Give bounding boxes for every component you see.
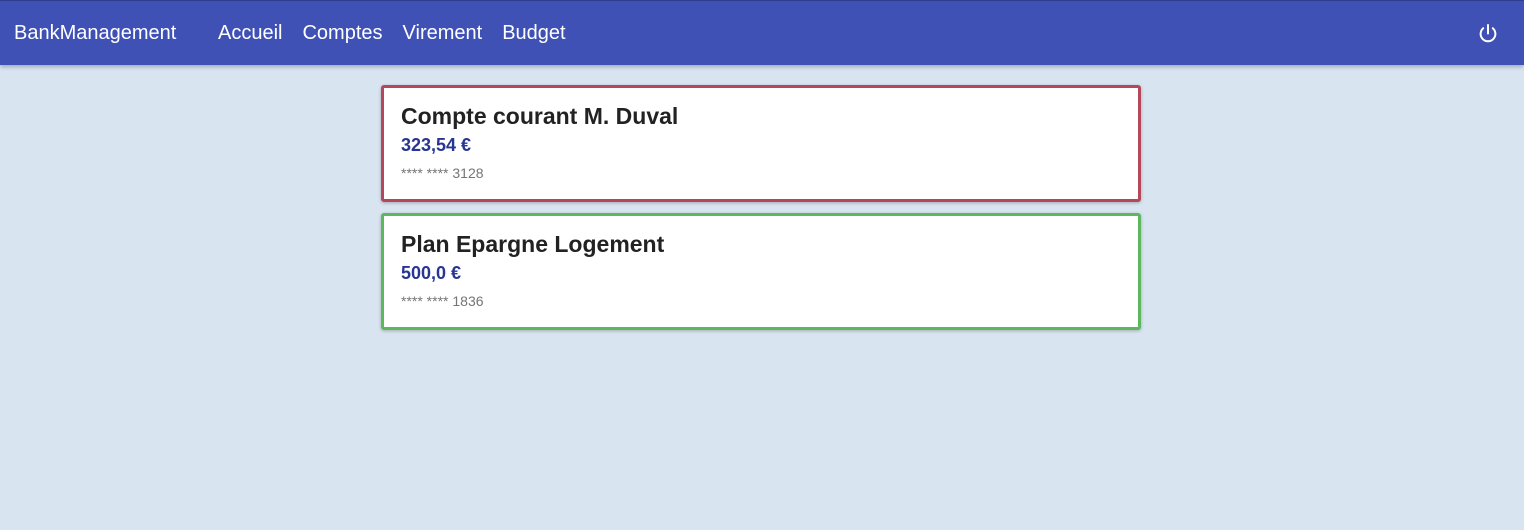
- top-navbar: BankManagement Accueil Comptes Virement …: [0, 0, 1524, 65]
- account-name: Plan Epargne Logement: [401, 231, 665, 257]
- account-number: **** **** 1836: [401, 293, 484, 309]
- nav-item-budget[interactable]: Budget: [492, 21, 575, 45]
- brand-title[interactable]: BankManagement: [14, 21, 176, 45]
- account-number: **** **** 3128: [401, 165, 484, 181]
- account-list: Compte courant M. Duval 323,54 € **** **…: [381, 85, 1141, 341]
- main-nav: Accueil Comptes Virement Budget: [208, 21, 576, 45]
- nav-item-comptes[interactable]: Comptes: [292, 21, 392, 45]
- account-card[interactable]: Compte courant M. Duval 323,54 € **** **…: [381, 85, 1141, 202]
- account-balance: 500,0 €: [401, 263, 462, 283]
- account-balance: 323,54 €: [401, 135, 472, 155]
- account-card[interactable]: Plan Epargne Logement 500,0 € **** **** …: [381, 213, 1141, 330]
- nav-item-accueil[interactable]: Accueil: [208, 21, 292, 45]
- power-icon[interactable]: [1476, 22, 1500, 46]
- nav-item-virement[interactable]: Virement: [393, 21, 493, 45]
- account-name: Compte courant M. Duval: [401, 103, 679, 129]
